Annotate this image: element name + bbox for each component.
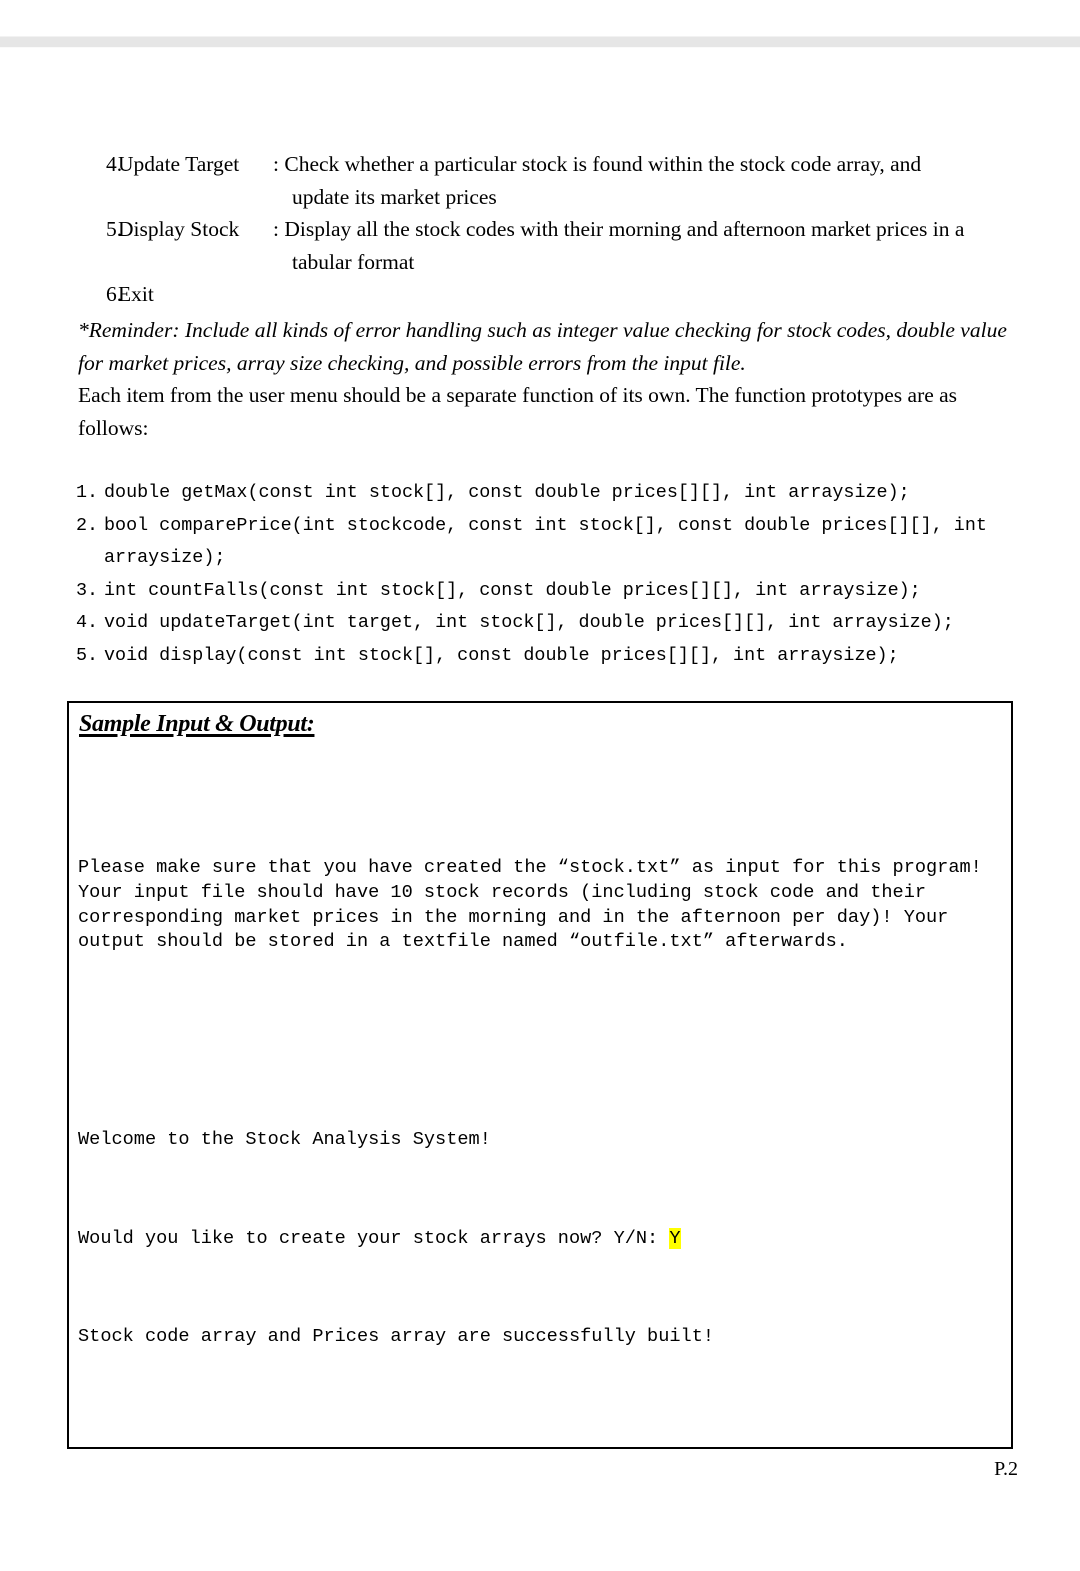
menu-item-name: Exit — [118, 282, 154, 306]
menu-item-exit: 6. Exit — [78, 278, 1008, 311]
console-intro-paragraph: Please make sure that you have created t… — [78, 857, 993, 953]
console-welcome-line: Welcome to the Stock Analysis System! — [78, 1128, 491, 1150]
prototype-number: 4. — [76, 612, 99, 634]
menu-item-description: : Check whether a particular stock is fo… — [273, 148, 1008, 213]
prototype-row: 1. double getMax(const int stock[], cons… — [76, 477, 1036, 510]
prototype-code: int countFalls(const int stock[], const … — [104, 579, 921, 601]
prototype-code: bool comparePrice(int stockcode, const i… — [104, 514, 998, 569]
sample-io-heading: Sample Input & Output: — [79, 711, 315, 737]
prototype-number: 1. — [76, 482, 99, 503]
prototype-row: 4. void updateTarget(int target, int sto… — [76, 607, 1036, 640]
page-number: P.2 — [994, 1458, 1018, 1480]
reminder-paragraph: *Reminder: Include all kinds of error ha… — [78, 318, 1007, 375]
menu-item-number: 5. — [106, 217, 123, 241]
console-create-answer: Y — [669, 1227, 681, 1249]
menu-item-display-stock: 5. Display Stock : Display all the stock… — [78, 213, 1008, 278]
prototype-code: void display(const int stock[], const do… — [104, 644, 899, 666]
menu-item-name: Update Target — [118, 152, 240, 176]
prototype-row: 3. int countFalls(const int stock[], con… — [76, 575, 1036, 608]
prototypes-intro-paragraph: Each item from the user menu should be a… — [78, 383, 958, 440]
console-built-message: Stock code array and Prices array are su… — [78, 1326, 715, 1348]
prototype-row: 2. bool comparePrice(int stockcode, cons… — [76, 510, 1036, 575]
menu-item-description-line2: update its market prices — [292, 184, 497, 209]
menu-item-name: Display Stock — [118, 217, 240, 241]
menu-item-number: 4. — [106, 152, 123, 176]
menu-description-list: 4. Update Target : Check whether a parti… — [78, 148, 1008, 311]
prototype-code: double getMax(const int stock[], const d… — [104, 482, 910, 503]
menu-item-description-line1: : Check whether a particular stock is fo… — [273, 152, 922, 176]
document-page: 4. Update Target : Check whether a parti… — [0, 0, 1080, 1571]
prototype-number: 5. — [76, 644, 99, 666]
console-create-prompt-line: Would you like to create your stock arra… — [78, 1227, 1008, 1252]
menu-item-description-line2: tabular format — [292, 249, 415, 274]
menu-item-update-target: 4. Update Target : Check whether a parti… — [78, 148, 1008, 213]
function-prototype-list: 1. double getMax(const int stock[], cons… — [76, 477, 1036, 673]
prototype-number: 3. — [76, 579, 99, 601]
prototype-code: void updateTarget(int target, int stock[… — [104, 612, 954, 634]
prototype-row: 5. void display(const int stock[], const… — [76, 640, 1036, 673]
menu-item-description: : Display all the stock codes with their… — [273, 213, 1008, 278]
menu-item-number: 6. — [106, 282, 123, 306]
console-output: Please make sure that you have created t… — [78, 782, 1008, 1447]
console-create-prompt-text: Would you like to create your stock arra… — [78, 1227, 670, 1249]
prototype-number: 2. — [76, 514, 99, 536]
menu-item-description-line1: : Display all the stock codes with their… — [273, 217, 965, 241]
sample-input-output-box: Sample Input & Output: Please make sure … — [67, 701, 1013, 1449]
